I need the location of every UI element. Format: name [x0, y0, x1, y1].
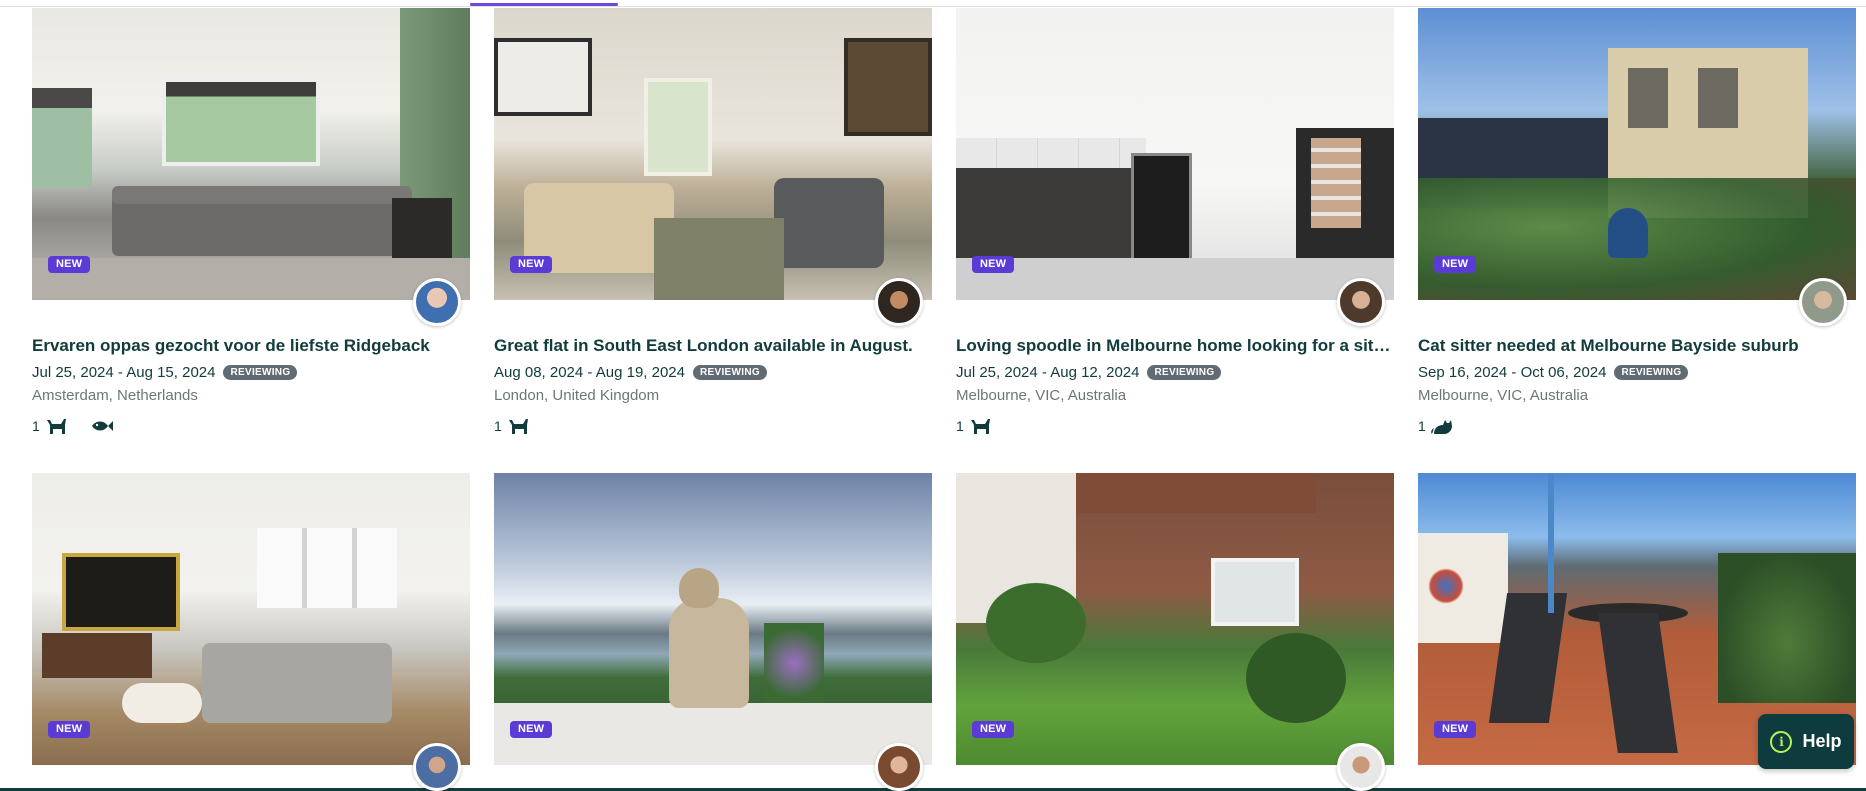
status-badge: REVIEWING [1614, 365, 1689, 380]
date-range: Sep 16, 2024 - Oct 06, 2024 [1418, 364, 1607, 381]
new-badge: NEW [48, 256, 91, 273]
fish-icon [90, 419, 114, 433]
help-button[interactable]: i Help [1758, 714, 1854, 769]
listing-location: Melbourne, VIC, Australia [1418, 387, 1589, 404]
listing-grid: NEW Ervaren oppas gezocht voor de liefst… [32, 8, 1856, 791]
pet-summary: 1 [494, 416, 932, 436]
listing-title[interactable]: Great flat in South East London availabl… [494, 336, 932, 356]
dog-icon [506, 416, 530, 436]
pet-count: 1 [32, 418, 40, 434]
date-range: Jul 25, 2024 - Aug 12, 2024 [956, 364, 1140, 381]
listing-dates: Jul 25, 2024 - Aug 12, 2024 REVIEWING [956, 364, 1394, 381]
owner-avatar[interactable] [413, 743, 461, 791]
listing-photo[interactable]: NEW [32, 473, 470, 765]
dog-icon [968, 416, 992, 436]
listing-photo[interactable]: NEW [956, 473, 1394, 765]
listing-dates: Aug 08, 2024 - Aug 19, 2024 REVIEWING [494, 364, 932, 381]
listing-location: London, United Kingdom [494, 387, 660, 404]
new-badge: NEW [1434, 721, 1477, 738]
owner-avatar[interactable] [1799, 278, 1847, 326]
new-badge: NEW [510, 721, 553, 738]
new-badge: NEW [1434, 256, 1477, 273]
listing-photo[interactable]: NEW [32, 8, 470, 300]
help-label: Help [1802, 731, 1842, 751]
listing-photo[interactable]: NEW [1418, 8, 1856, 300]
listing-card[interactable]: NEW Great flat in South East London avai… [494, 8, 932, 473]
pet-count: 1 [956, 418, 964, 434]
listing-photo[interactable]: NEW [494, 8, 932, 300]
new-badge: NEW [510, 256, 553, 273]
pet-summary: 1 [956, 416, 1394, 436]
new-badge: NEW [48, 721, 91, 738]
pet-summary: 1 [32, 416, 470, 436]
date-range: Jul 25, 2024 - Aug 15, 2024 [32, 364, 216, 381]
listing-title[interactable]: Loving spoodle in Melbourne home looking… [956, 336, 1394, 356]
status-badge: REVIEWING [1147, 365, 1222, 380]
pet-count: 1 [494, 418, 502, 434]
listing-card[interactable]: NEW [956, 473, 1394, 791]
top-divider [0, 6, 1866, 7]
new-badge: NEW [972, 721, 1015, 738]
listing-dates: Jul 25, 2024 - Aug 15, 2024 REVIEWING [32, 364, 470, 381]
status-badge: REVIEWING [693, 365, 767, 380]
listing-card[interactable]: NEW Cat sitter needed at Melbourne Baysi… [1418, 8, 1856, 473]
date-range: Aug 08, 2024 - Aug 19, 2024 [494, 364, 685, 381]
listing-dates: Sep 16, 2024 - Oct 06, 2024 REVIEWING [1418, 364, 1856, 381]
active-tab-indicator [470, 3, 618, 6]
info-icon: i [1770, 730, 1793, 753]
listing-title[interactable]: Cat sitter needed at Melbourne Bayside s… [1418, 336, 1856, 356]
listing-location: Melbourne, VIC, Australia [956, 387, 1127, 404]
pet-summary: 1 [1418, 416, 1856, 436]
owner-avatar[interactable] [875, 278, 923, 326]
owner-avatar[interactable] [1337, 743, 1385, 791]
new-badge: NEW [972, 256, 1015, 273]
cat-icon [1430, 416, 1454, 436]
listing-title[interactable]: Ervaren oppas gezocht voor de liefste Ri… [32, 336, 470, 356]
owner-avatar[interactable] [1337, 278, 1385, 326]
pet-count: 1 [1418, 418, 1426, 434]
listing-card[interactable]: NEW Loving spoodle in Melbourne home loo… [956, 8, 1394, 473]
listing-location: Amsterdam, Netherlands [32, 387, 198, 404]
listing-card[interactable]: NEW [32, 473, 470, 791]
owner-avatar[interactable] [875, 743, 923, 791]
listing-card[interactable]: NEW [494, 473, 932, 791]
listing-card[interactable]: NEW Ervaren oppas gezocht voor de liefst… [32, 8, 470, 473]
dog-icon [44, 416, 68, 436]
listing-photo[interactable]: NEW [494, 473, 932, 765]
status-badge: REVIEWING [223, 365, 298, 380]
owner-avatar[interactable] [413, 278, 461, 326]
listing-photo[interactable]: NEW [956, 8, 1394, 300]
